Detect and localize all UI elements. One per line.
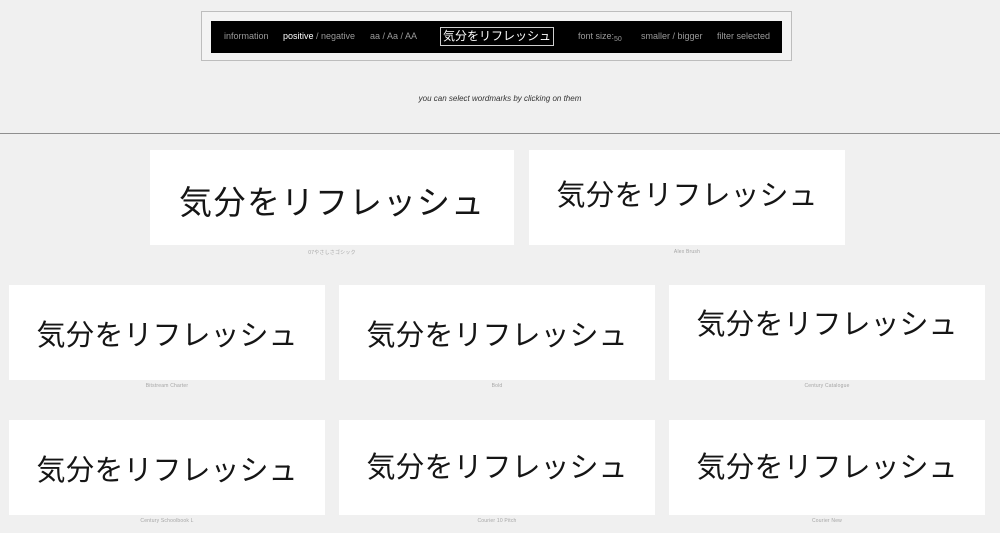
polarity-toggle: positive / negative xyxy=(283,31,355,41)
font-name-caption: 07やさしさゴシック xyxy=(308,250,356,256)
wordmark-sample: 気分をリフレッシュ xyxy=(696,307,958,341)
toolbar-frame: information positive / negative aa / Aa … xyxy=(201,11,792,61)
font-name-caption: Courier New xyxy=(812,518,842,524)
sample-text-input[interactable]: 気分をリフレッシュ xyxy=(440,27,554,46)
wordmark-card[interactable]: 気分をリフレッシュ xyxy=(529,150,845,245)
size-controls: smaller / bigger xyxy=(641,31,703,41)
wordmark-sample: 気分をリフレッシュ xyxy=(36,453,298,487)
font-name-caption: Century Schoolbook L xyxy=(140,518,194,524)
positive-option[interactable]: positive xyxy=(283,31,314,41)
case-options[interactable]: aa / Aa / AA xyxy=(370,31,417,41)
negative-option[interactable]: negative xyxy=(321,31,355,41)
wordmark-sample: 気分をリフレッシュ xyxy=(556,178,818,212)
smaller-button[interactable]: smaller xyxy=(641,31,670,41)
size-separator: / xyxy=(670,31,678,41)
wordmark-card[interactable]: 気分をリフレッシュ xyxy=(669,420,985,515)
bigger-button[interactable]: bigger xyxy=(678,31,703,41)
font-name-caption: Bold xyxy=(491,383,503,389)
wordmark-card[interactable]: 気分をリフレッシュ xyxy=(339,285,655,380)
wordmark-sample: 気分をリフレッシュ xyxy=(179,183,485,222)
wordmark-card[interactable]: 気分をリフレッシュ xyxy=(669,285,985,380)
font-name-caption: Bitstream Charter xyxy=(145,383,189,389)
wordmark-card[interactable]: 気分をリフレッシュ xyxy=(150,150,514,245)
font-size-label: font size: xyxy=(578,31,615,41)
wordmark-card[interactable]: 気分をリフレッシュ xyxy=(9,285,325,380)
font-name-caption: Alex Brush xyxy=(673,249,701,255)
selection-hint: you can select wordmarks by clicking on … xyxy=(418,94,582,103)
wordmark-sample: 気分をリフレッシュ xyxy=(696,450,958,484)
wordmark-card[interactable]: 気分をリフレッシュ xyxy=(339,420,655,515)
font-name-caption: Century Catalogue xyxy=(804,383,850,389)
polarity-separator: / xyxy=(313,31,322,41)
font-size-control[interactable]: font size:50 xyxy=(578,31,622,43)
toolbar: information positive / negative aa / Aa … xyxy=(211,21,782,53)
information-link[interactable]: information xyxy=(224,31,269,41)
wordmark-sample: 気分をリフレッシュ xyxy=(366,318,628,352)
wordmark-sample: 気分をリフレッシュ xyxy=(366,450,628,484)
font-size-value: 50 xyxy=(614,36,622,43)
wordmark-card[interactable]: 気分をリフレッシュ xyxy=(9,420,325,515)
wordmark-sample: 気分をリフレッシュ xyxy=(36,318,298,352)
divider xyxy=(0,133,1000,134)
font-name-caption: Courier 10 Pitch xyxy=(477,518,517,524)
filter-selected-button[interactable]: filter selected xyxy=(717,31,770,41)
